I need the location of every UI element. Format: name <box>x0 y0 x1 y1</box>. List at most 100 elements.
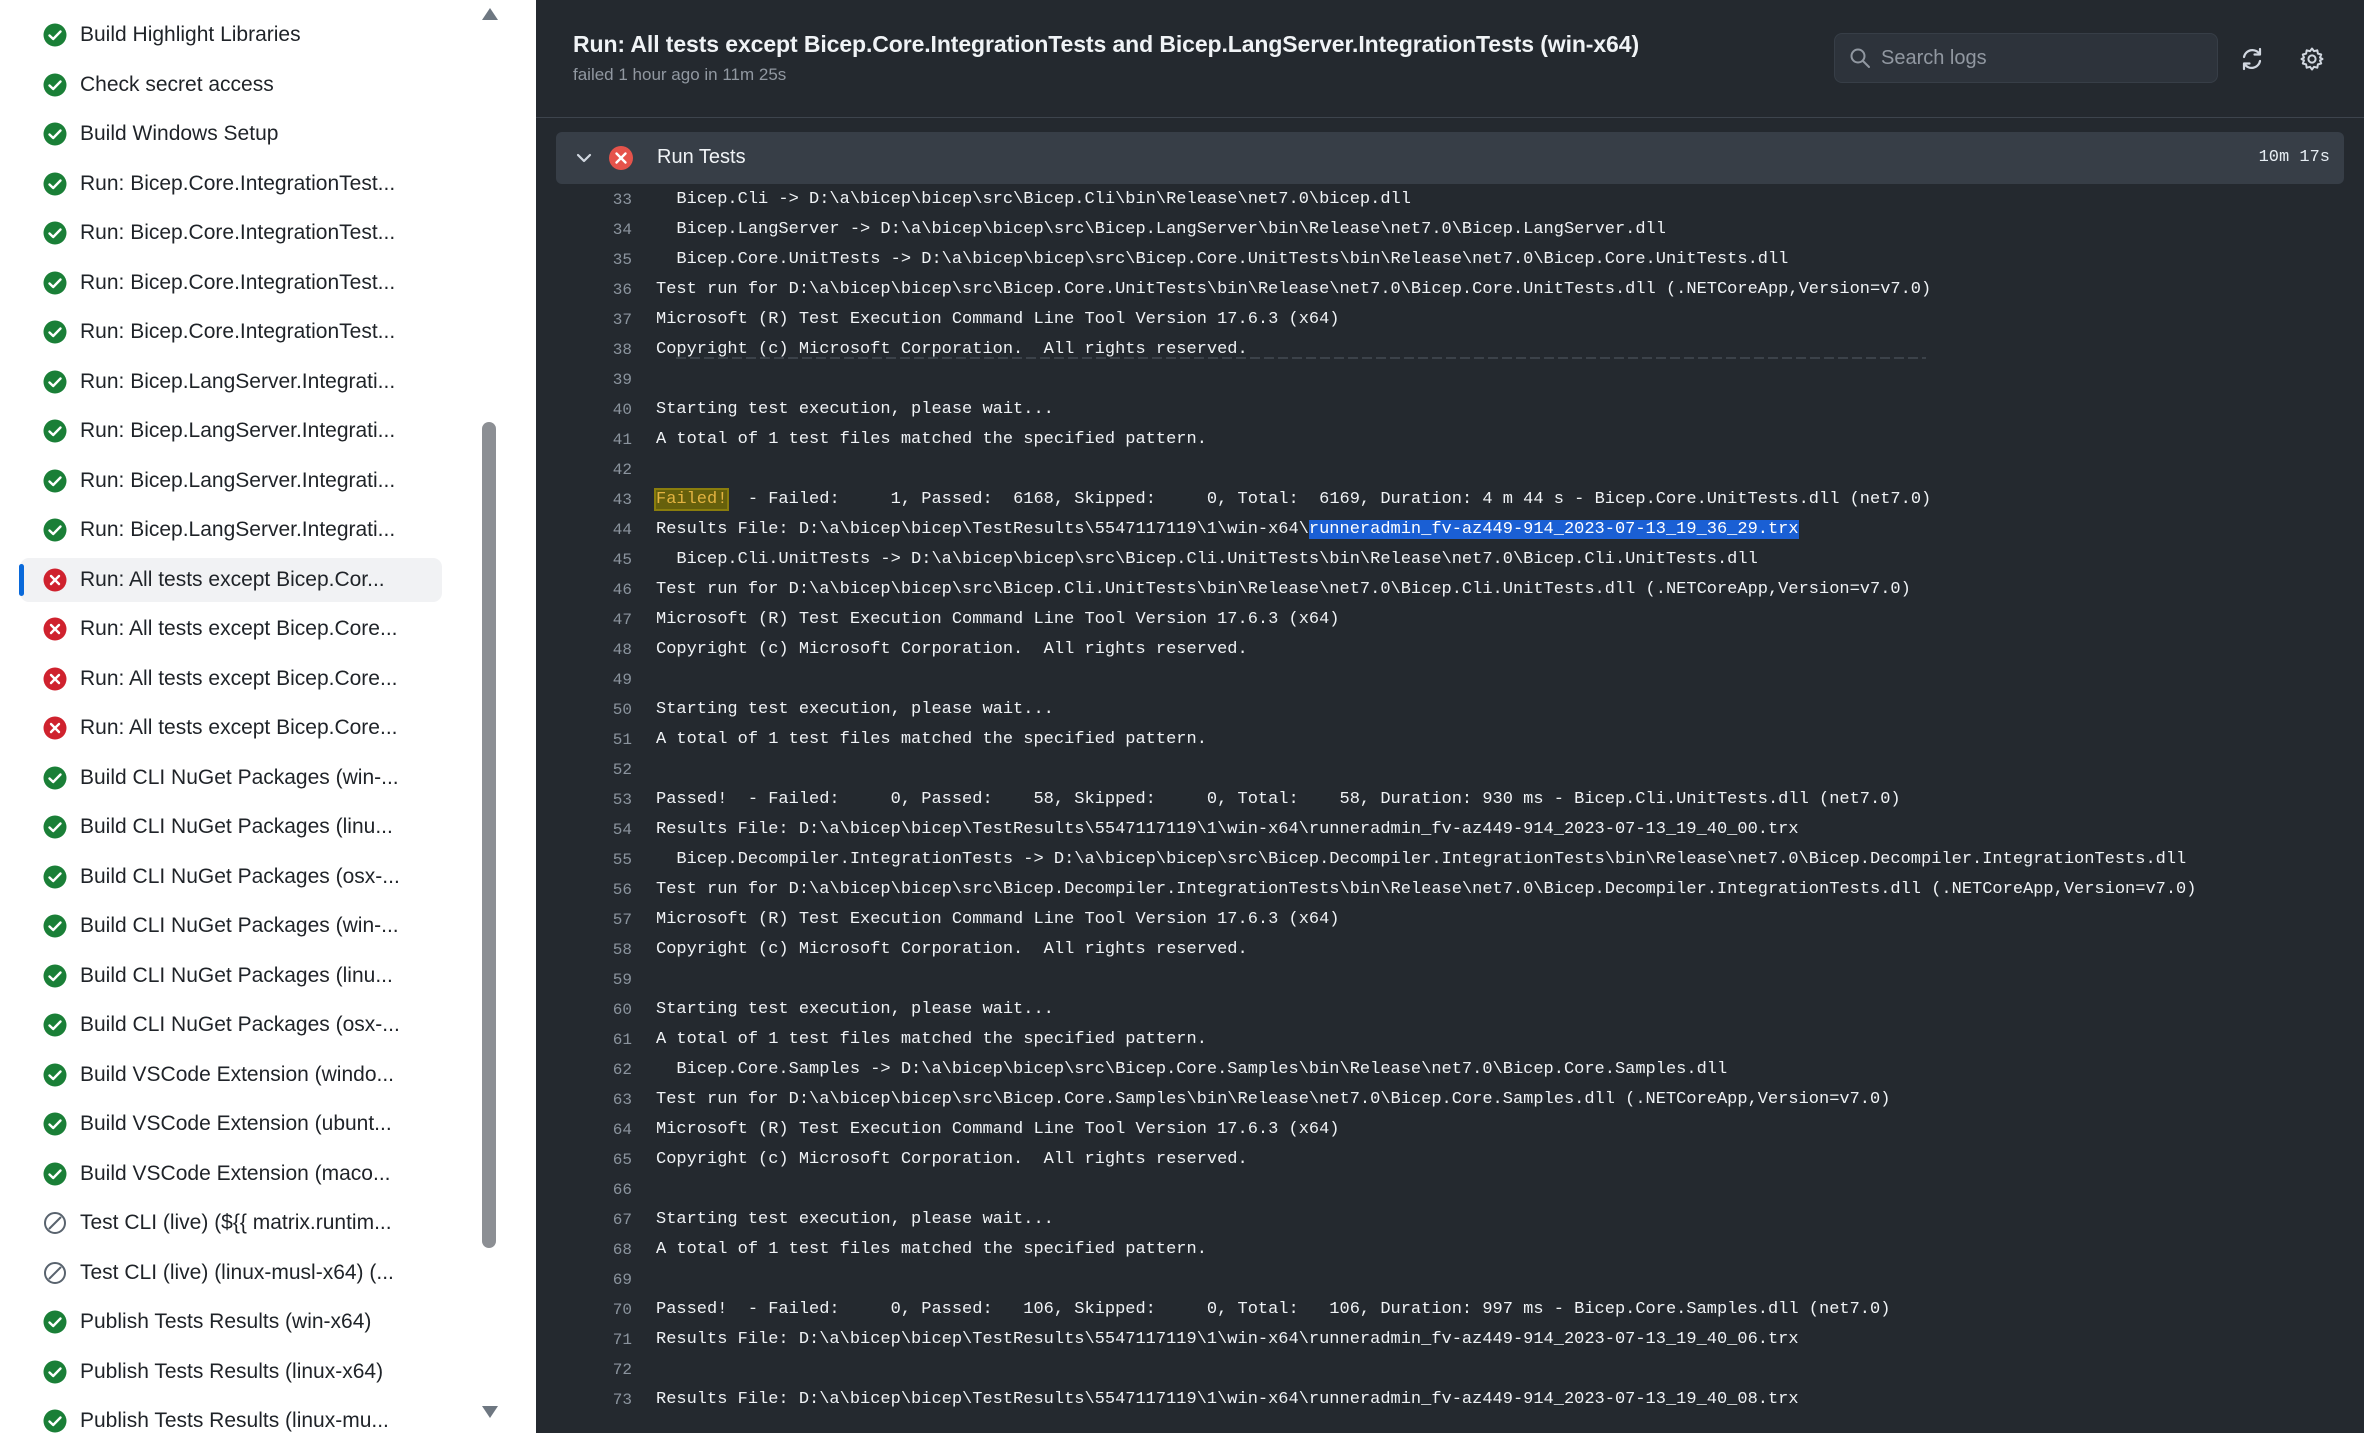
log-line-number[interactable]: 62 <box>536 1055 632 1085</box>
job-item[interactable]: Build VSCode Extension (maco... <box>20 1152 442 1196</box>
job-label: Run: Bicep.Core.IntegrationTest... <box>80 171 396 195</box>
job-item[interactable]: Run: Bicep.LangServer.Integrati... <box>20 409 442 453</box>
job-item[interactable]: Run: Bicep.LangServer.Integrati... <box>20 508 442 552</box>
job-label: Test CLI (live) (linux-musl-x64) (... <box>80 1260 394 1284</box>
log-line-number[interactable]: 72 <box>536 1355 632 1385</box>
job-item[interactable]: Run: Bicep.Core.IntegrationTest... <box>20 211 442 255</box>
log-line-number[interactable]: 73 <box>536 1385 632 1415</box>
scrollbar-thumb[interactable] <box>482 422 496 1248</box>
log-line-rest: - Failed: 1, Passed: 6168, Skipped: 0, T… <box>727 490 1932 509</box>
log-line-number[interactable]: 60 <box>536 995 632 1025</box>
log-line-number[interactable]: 38 <box>536 335 632 365</box>
job-item[interactable]: Run: All tests except Bicep.Core... <box>20 607 442 651</box>
job-item[interactable]: Publish Tests Results (win-x64) <box>20 1300 442 1344</box>
x-circle-icon <box>43 667 67 691</box>
check-circle-icon <box>43 419 67 443</box>
log-line-text: Copyright (c) Microsoft Corporation. All… <box>656 1150 1248 1169</box>
sidebar-scrollbar[interactable] <box>474 0 504 1433</box>
log-line-number[interactable]: 65 <box>536 1145 632 1175</box>
log-line-number[interactable]: 49 <box>536 665 632 695</box>
step-name: Run Tests <box>657 146 746 168</box>
scroll-down-arrow-icon[interactable] <box>482 1406 498 1418</box>
log-line-number[interactable]: 45 <box>536 545 632 575</box>
log-line-number[interactable]: 44 <box>536 515 632 545</box>
check-circle-icon <box>43 964 67 988</box>
scroll-up-arrow-icon[interactable] <box>482 8 498 20</box>
log-line-number[interactable]: 46 <box>536 575 632 605</box>
job-item[interactable]: Test CLI (live) (${{ matrix.runtim... <box>20 1201 442 1245</box>
log-line-number[interactable]: 39 <box>536 365 632 395</box>
job-item[interactable]: Build Highlight Libraries <box>20 13 442 57</box>
job-item[interactable]: Run: Bicep.Core.IntegrationTest... <box>20 310 442 354</box>
log-line-number[interactable]: 37 <box>536 305 632 335</box>
log-line-number[interactable]: 55 <box>536 845 632 875</box>
log-line-number[interactable]: 64 <box>536 1115 632 1145</box>
log-line: 66 <box>536 1175 2364 1205</box>
log-line-number[interactable]: 51 <box>536 725 632 755</box>
job-item[interactable]: Run: Bicep.Core.IntegrationTest... <box>20 162 442 206</box>
log-line-number[interactable]: 57 <box>536 905 632 935</box>
job-item[interactable]: Build CLI NuGet Packages (linu... <box>20 954 442 998</box>
x-circle-icon <box>43 568 67 592</box>
job-item[interactable]: Run: Bicep.Core.IntegrationTest... <box>20 261 442 305</box>
job-item[interactable]: Run: All tests except Bicep.Core... <box>20 706 442 750</box>
log-line-number[interactable]: 69 <box>536 1265 632 1295</box>
refresh-button[interactable] <box>2236 43 2268 75</box>
job-item[interactable]: Run: Bicep.LangServer.Integrati... <box>20 459 442 503</box>
log-line-number[interactable]: 52 <box>536 755 632 785</box>
job-item[interactable]: Run: All tests except Bicep.Core... <box>20 657 442 701</box>
job-item[interactable]: Build Windows Setup <box>20 112 442 156</box>
job-item[interactable]: Build CLI NuGet Packages (win-... <box>20 756 442 800</box>
log-line-prefix: Results File: D:\a\bicep\bicep\TestResul… <box>656 520 1309 539</box>
log-line-number[interactable]: 54 <box>536 815 632 845</box>
log-line: 35 Bicep.Core.UnitTests -> D:\a\bicep\bi… <box>536 245 2364 275</box>
job-item[interactable]: Run: All tests except Bicep.Cor... <box>19 557 442 602</box>
check-circle-icon <box>43 271 67 295</box>
check-circle-icon <box>43 518 67 542</box>
log-line-number[interactable]: 59 <box>536 965 632 995</box>
log-line-number[interactable]: 50 <box>536 695 632 725</box>
log-line-number[interactable]: 63 <box>536 1085 632 1115</box>
log-line: 65 Copyright (c) Microsoft Corporation. A… <box>536 1145 2364 1175</box>
job-item[interactable]: Publish Tests Results (linux-x64) <box>20 1350 442 1394</box>
log-line-number[interactable]: 42 <box>536 455 632 485</box>
log-line-number[interactable]: 66 <box>536 1175 632 1205</box>
chevron-down-icon[interactable] <box>574 148 594 168</box>
log-line-text: Bicep.LangServer -> D:\a\bicep\bicep\src… <box>656 220 1666 239</box>
log-line-number[interactable]: 43 <box>536 485 632 515</box>
log-line-number[interactable]: 41 <box>536 425 632 455</box>
search-logs-box[interactable] <box>1834 33 2218 83</box>
job-item[interactable]: Build CLI NuGet Packages (linu... <box>20 805 442 849</box>
log-line-text: Test run for D:\a\bicep\bicep\src\Bicep.… <box>656 280 1932 299</box>
log-line-number[interactable]: 67 <box>536 1205 632 1235</box>
log-line-number[interactable]: 40 <box>536 395 632 425</box>
log-line-number[interactable]: 53 <box>536 785 632 815</box>
log-line-number[interactable]: 68 <box>536 1235 632 1265</box>
log-line-number[interactable]: 36 <box>536 275 632 305</box>
job-item[interactable]: Build CLI NuGet Packages (win-... <box>20 904 442 948</box>
job-item[interactable]: Check secret access <box>20 63 442 107</box>
job-item[interactable]: Run: Bicep.LangServer.Integrati... <box>20 360 442 404</box>
log-line-number[interactable]: 56 <box>536 875 632 905</box>
job-item[interactable]: Build VSCode Extension (ubunt... <box>20 1102 442 1146</box>
log-line-number[interactable]: 48 <box>536 635 632 665</box>
log-line-number[interactable]: 47 <box>536 605 632 635</box>
log-line-text: A total of 1 test files matched the spec… <box>656 1240 1207 1259</box>
log-line-number[interactable]: 71 <box>536 1325 632 1355</box>
job-item[interactable]: Build CLI NuGet Packages (osx-... <box>20 1003 442 1047</box>
job-item[interactable]: Publish Tests Results (linux-mu... <box>20 1399 442 1433</box>
log-line-number[interactable]: 33 <box>536 185 632 215</box>
log-line-number[interactable]: 58 <box>536 935 632 965</box>
job-item[interactable]: Build VSCode Extension (windo... <box>20 1053 442 1097</box>
log-line-number[interactable]: 61 <box>536 1025 632 1055</box>
log-line-number[interactable]: 70 <box>536 1295 632 1325</box>
log-line-number[interactable]: 35 <box>536 245 632 275</box>
job-item[interactable]: Test CLI (live) (linux-musl-x64) (... <box>20 1251 442 1295</box>
log-line-number[interactable]: 34 <box>536 215 632 245</box>
settings-button[interactable] <box>2296 43 2328 75</box>
log-line: 59 <box>536 965 2364 995</box>
log-line: 47 Microsoft (R) Test Execution Command L… <box>536 605 2364 635</box>
search-logs-input[interactable] <box>1881 34 2201 82</box>
job-item[interactable]: Build CLI NuGet Packages (osx-... <box>20 855 442 899</box>
step-run-tests-header[interactable]: Run Tests 10m 17s <box>556 132 2344 184</box>
